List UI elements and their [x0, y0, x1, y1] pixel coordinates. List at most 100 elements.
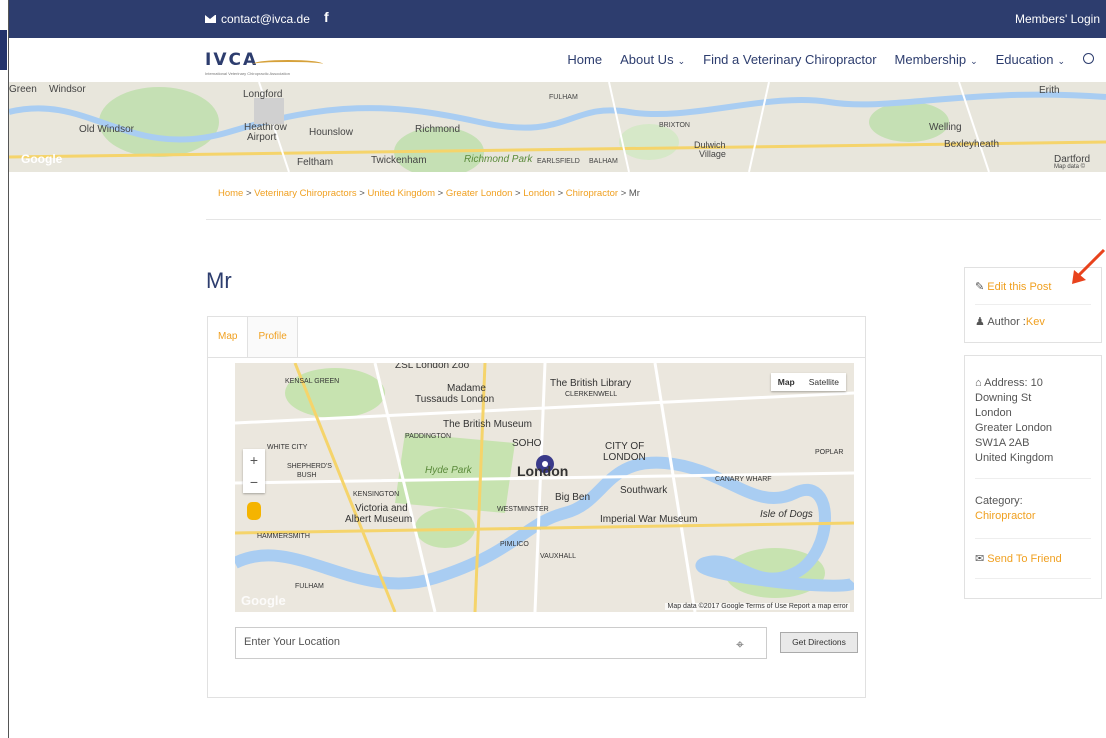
map-label: Hounslow	[309, 127, 353, 138]
map-label: CLERKENWELL	[565, 391, 618, 398]
location-input[interactable]: Enter Your Location	[244, 636, 340, 648]
map-label: Hyde Park	[425, 465, 472, 476]
listing-details-box: ⌂ Address: 10 Downing St London Greater …	[964, 355, 1102, 599]
map-label: BRIXTON	[659, 122, 690, 129]
map-label: Village	[699, 149, 726, 159]
map-label: PIMLICO	[500, 541, 529, 548]
nav-item-membership[interactable]: Membership ⌄	[895, 52, 978, 67]
breadcrumb-link[interactable]: Greater London	[446, 188, 513, 199]
edit-post-link[interactable]: ✎ Edit this Post	[975, 280, 1051, 293]
breadcrumb-link[interactable]: London	[523, 188, 555, 199]
tab-profile[interactable]: Profile	[248, 317, 298, 357]
map-label: POPLAR	[815, 449, 844, 456]
nav-item-label: Education	[995, 52, 1054, 67]
map-type-satellite-button[interactable]: Satellite	[802, 373, 846, 391]
listing-tabs-panel: Map Profile ZSL London Zoo KENSAL GREEN …	[207, 316, 866, 698]
site-logo[interactable]: IVCA International Veterinary Chiropract…	[205, 50, 323, 76]
category-block: Category: Chiropractor	[975, 494, 1036, 524]
map-label: FULHAM	[549, 94, 578, 101]
map-label: Madame	[447, 383, 486, 394]
divider	[975, 478, 1091, 479]
map-label: Welling	[929, 122, 962, 133]
divider	[208, 357, 865, 358]
tab-bar: Map Profile	[208, 317, 298, 358]
breadcrumb-link[interactable]: United Kingdom	[367, 188, 435, 199]
nav-menu: Home About Us ⌄ Find a Veterinary Chiropr…	[567, 52, 1094, 67]
map-label: Bexleyheath	[944, 139, 1000, 150]
category-label: Category:	[975, 495, 1023, 507]
nav-item-label: About Us	[620, 52, 674, 67]
street-view-pegman-icon[interactable]	[247, 502, 261, 520]
envelope-icon: ✉	[975, 553, 985, 565]
chevron-down-icon: ⌄	[677, 56, 686, 66]
tab-map[interactable]: Map	[208, 317, 249, 358]
page-title: Mr	[206, 268, 232, 293]
address-label: Address: 10	[984, 377, 1043, 389]
map-label: Southwark	[620, 485, 668, 496]
map-type-control: Map Satellite	[770, 373, 846, 391]
map-label: CITY OF	[605, 441, 645, 452]
map-graphic	[235, 363, 854, 612]
chevron-down-icon: ⌄	[970, 56, 978, 66]
map-label: Twickenham	[371, 155, 427, 166]
map-label: EARLSFIELD	[537, 158, 580, 165]
nav-item-education[interactable]: Education ⌄	[996, 52, 1065, 67]
map-label: VAUXHALL	[540, 553, 577, 560]
envelope-icon	[205, 15, 216, 23]
map-label: Feltham	[297, 157, 334, 168]
map-label: PADDINGTON	[405, 433, 452, 440]
map-label: HAMMERSMITH	[257, 533, 310, 540]
map-label: Old Windsor	[79, 124, 135, 135]
breadcrumb-separator: >	[243, 188, 255, 199]
send-to-friend-label: Send To Friend	[987, 553, 1062, 565]
breadcrumb-link[interactable]: Veterinary Chiropractors	[254, 188, 356, 199]
map-type-map-button[interactable]: Map	[771, 373, 802, 391]
user-icon: ♟	[975, 316, 985, 328]
window-edge-marker	[0, 30, 7, 70]
map-label: FULHAM	[295, 583, 324, 590]
search-icon[interactable]	[1083, 53, 1094, 64]
map-label: Big Ben	[555, 492, 591, 503]
pencil-icon: ✎	[975, 281, 985, 293]
author-link[interactable]: Kev	[1026, 316, 1045, 328]
home-icon: ⌂	[975, 377, 982, 389]
zoom-in-button[interactable]: +	[243, 449, 265, 471]
map-label: Windsor	[49, 84, 86, 95]
category-link[interactable]: Chiropractor	[975, 509, 1036, 524]
address-line: SW1A 2AB	[975, 437, 1030, 449]
breadcrumb-link[interactable]: Chiropractor	[566, 188, 618, 199]
contact-email-link[interactable]: contact@ivca.de	[205, 12, 310, 26]
map-label: Richmond	[415, 124, 461, 135]
breadcrumb-separator: >	[618, 188, 629, 199]
map-label: Green	[9, 84, 37, 95]
location-map[interactable]: ZSL London Zoo KENSAL GREEN Madame Tussa…	[235, 363, 854, 612]
zoom-out-button[interactable]: −	[243, 471, 265, 493]
nav-item-home[interactable]: Home	[567, 52, 602, 67]
map-label: Richmond Park	[464, 154, 533, 165]
window-frame	[0, 0, 9, 738]
address-line: Downing St	[975, 392, 1032, 404]
location-input-row: Enter Your Location ⌖	[235, 627, 767, 659]
nav-item-find-chiropractor[interactable]: Find a Veterinary Chiropractor	[703, 52, 876, 67]
divider	[975, 304, 1091, 305]
map-label: Imperial War Museum	[600, 514, 698, 525]
zoom-control: + −	[243, 449, 265, 493]
nav-item-about-us[interactable]: About Us ⌄	[620, 52, 685, 67]
send-to-friend-link[interactable]: ✉ Send To Friend	[975, 552, 1062, 565]
map-label: KENSINGTON	[353, 491, 400, 498]
map-label: Albert Museum	[345, 514, 413, 525]
breadcrumb-link[interactable]: Home	[218, 188, 243, 199]
members-login-link[interactable]: Members' Login	[1015, 12, 1100, 26]
address-line: Greater London	[975, 422, 1053, 434]
locate-me-icon[interactable]: ⌖	[736, 636, 744, 653]
breadcrumb-separator: >	[356, 188, 368, 199]
map-label: SOHO	[512, 438, 542, 449]
facebook-icon[interactable]: f	[324, 9, 329, 25]
annotation-arrow-icon	[1072, 248, 1106, 284]
logo-tagline: International Veterinary Chiropractic As…	[205, 71, 290, 76]
breadcrumb-separator: >	[435, 188, 446, 199]
map-label: BALHAM	[589, 158, 618, 165]
header-map-banner: Green Windsor Old Windsor Longford Heath…	[9, 82, 1106, 172]
address-line: London	[975, 407, 1012, 419]
get-directions-button[interactable]: Get Directions	[780, 632, 858, 653]
